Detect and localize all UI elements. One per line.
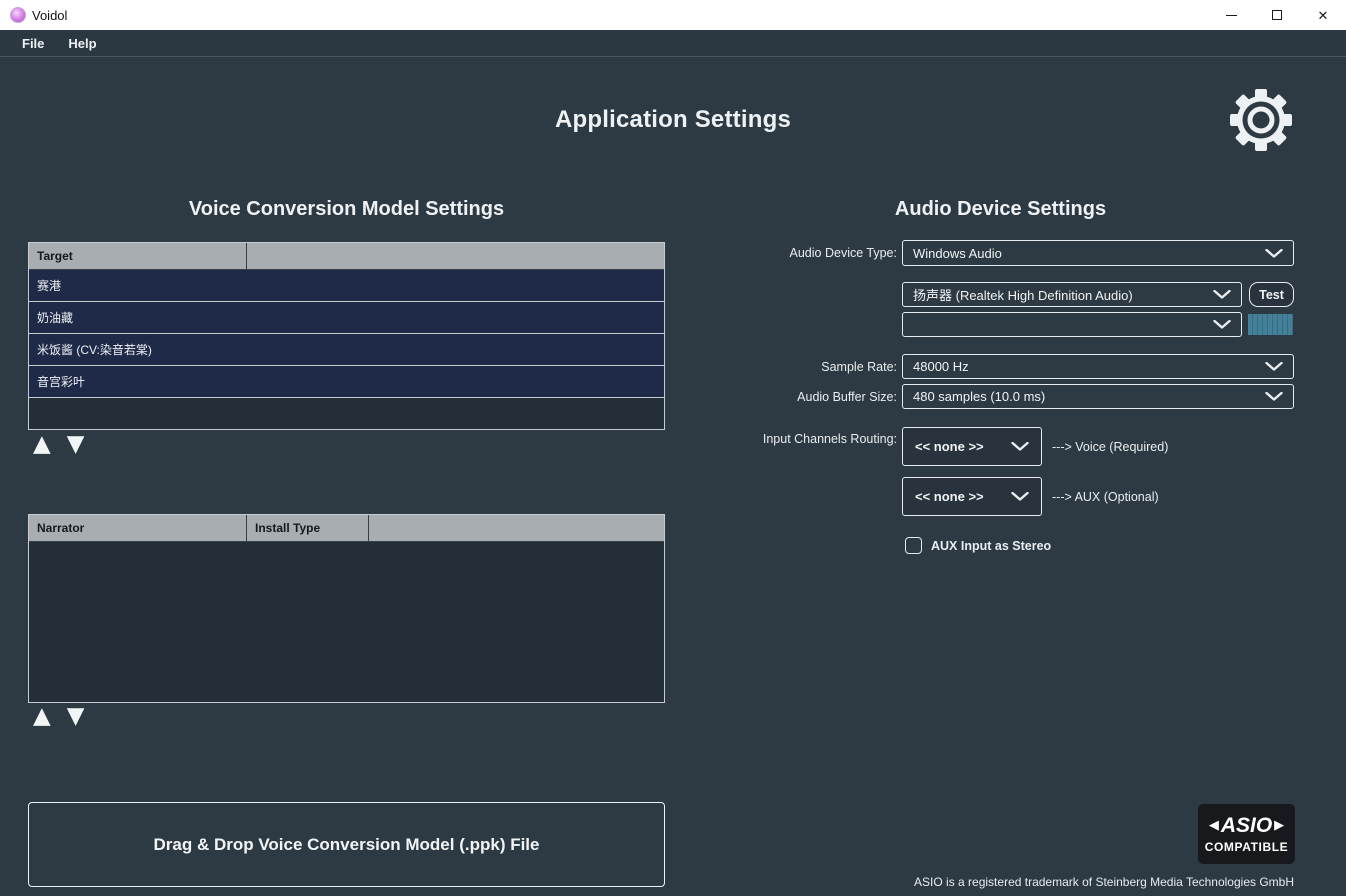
move-down-button[interactable]: ▼ <box>67 705 85 728</box>
move-up-button[interactable]: ▲ <box>33 705 51 728</box>
window-controls: ✕ <box>1208 0 1346 30</box>
asio-trademark-notice: ASIO is a registered trademark of Steinb… <box>914 875 1294 889</box>
move-up-button[interactable]: ▲ <box>33 433 51 456</box>
buffer-size-value: 480 samples (10.0 ms) <box>913 389 1045 404</box>
move-down-button[interactable]: ▼ <box>67 433 85 456</box>
chevron-down-icon <box>1213 320 1231 329</box>
asio-compatible-text: COMPATIBLE <box>1205 840 1289 854</box>
settings-gear-button[interactable] <box>1227 86 1295 154</box>
narrator-reorder-controls: ▲ ▼ <box>33 705 84 728</box>
sample-rate-dropdown[interactable]: 48000 Hz <box>902 354 1294 379</box>
voidol-app-icon <box>10 7 26 23</box>
voice-routing-value: << none >> <box>915 439 984 454</box>
input-device-dropdown[interactable] <box>902 312 1242 337</box>
maximize-button[interactable] <box>1254 0 1300 30</box>
chevron-down-icon <box>1011 492 1029 501</box>
output-device-dropdown[interactable]: 扬声器 (Realtek High Definition Audio) <box>902 282 1242 307</box>
aux-stereo-checkbox-label: AUX Input as Stereo <box>931 539 1051 553</box>
menu-help[interactable]: Help <box>56 30 108 57</box>
buffer-size-dropdown[interactable]: 480 samples (10.0 ms) <box>902 384 1294 409</box>
buffer-size-label: Audio Buffer Size: <box>797 390 897 404</box>
chevron-down-icon <box>1011 442 1029 451</box>
chevron-down-icon <box>1265 362 1283 371</box>
asio-right-triangle-icon: ▶ <box>1274 819 1284 832</box>
audio-device-type-dropdown[interactable]: Windows Audio <box>902 240 1294 266</box>
model-drop-zone[interactable]: Drag & Drop Voice Conversion Model (.ppk… <box>28 802 665 887</box>
voice-routing-caption: ---> Voice (Required) <box>1052 427 1168 466</box>
narrator-column-empty <box>369 515 664 541</box>
window-title: Voidol <box>32 8 67 23</box>
chevron-down-icon <box>1213 290 1231 299</box>
routing-label: Input Channels Routing: <box>763 432 897 446</box>
narrator-table-header: Narrator Install Type <box>29 515 664 542</box>
drop-zone-label: Drag & Drop Voice Conversion Model (.ppk… <box>153 835 539 855</box>
close-button[interactable]: ✕ <box>1300 0 1346 30</box>
chevron-down-icon <box>1265 249 1283 258</box>
title-bar: Voidol ✕ <box>0 0 1346 30</box>
aux-routing-caption: ---> AUX (Optional) <box>1052 477 1159 516</box>
test-output-button[interactable]: Test <box>1249 282 1294 307</box>
chevron-down-icon <box>1265 392 1283 401</box>
asio-text: ASIO <box>1221 815 1272 836</box>
sample-rate-label: Sample Rate: <box>821 360 897 374</box>
input-level-meter <box>1248 314 1293 335</box>
aux-routing-value: << none >> <box>915 489 984 504</box>
voice-routing-dropdown[interactable]: << none >> <box>902 427 1042 466</box>
minimize-icon <box>1226 15 1237 16</box>
target-column-empty <box>247 243 664 269</box>
table-row[interactable]: 音宫彩叶 <box>29 366 664 398</box>
menu-bar: File Help <box>0 30 1346 57</box>
target-column-header: Target <box>29 243 247 269</box>
output-device-value: 扬声器 (Realtek High Definition Audio) <box>913 285 1133 304</box>
target-reorder-controls: ▲ ▼ <box>33 433 84 456</box>
aux-routing-dropdown[interactable]: << none >> <box>902 477 1042 516</box>
audio-device-type-label: Audio Device Type: <box>790 246 897 260</box>
narrator-model-table: Narrator Install Type <box>28 514 665 703</box>
maximize-icon <box>1272 10 1282 20</box>
asio-left-triangle-icon: ◀ <box>1209 819 1219 832</box>
install-type-column-header: Install Type <box>247 515 369 541</box>
asio-compatible-logo: ◀ ASIO ▶ COMPATIBLE <box>1198 804 1295 864</box>
gear-icon <box>1227 86 1295 154</box>
minimize-button[interactable] <box>1208 0 1254 30</box>
target-table-header: Target <box>29 243 664 270</box>
aux-stereo-checkbox[interactable] <box>905 537 922 554</box>
sample-rate-value: 48000 Hz <box>913 359 969 374</box>
page-title: Application Settings <box>0 106 1346 134</box>
audio-settings-title: Audio Device Settings <box>707 198 1294 221</box>
close-icon: ✕ <box>1318 9 1329 22</box>
table-row[interactable]: 米饭酱 (CV:染音若棠) <box>29 334 664 366</box>
narrator-column-header: Narrator <box>29 515 247 541</box>
menu-file[interactable]: File <box>10 30 56 57</box>
table-row[interactable]: 奶油藏 <box>29 302 664 334</box>
target-model-table: Target 赛港 奶油藏 米饭酱 (CV:染音若棠) 音宫彩叶 <box>28 242 665 430</box>
model-settings-title: Voice Conversion Model Settings <box>28 198 665 221</box>
table-row[interactable]: 赛港 <box>29 270 664 302</box>
voidol-window: Voidol ✕ File Help Application Settings <box>0 0 1346 896</box>
asio-logo-text: ◀ ASIO ▶ <box>1209 815 1284 836</box>
audio-device-type-value: Windows Audio <box>913 246 1002 261</box>
